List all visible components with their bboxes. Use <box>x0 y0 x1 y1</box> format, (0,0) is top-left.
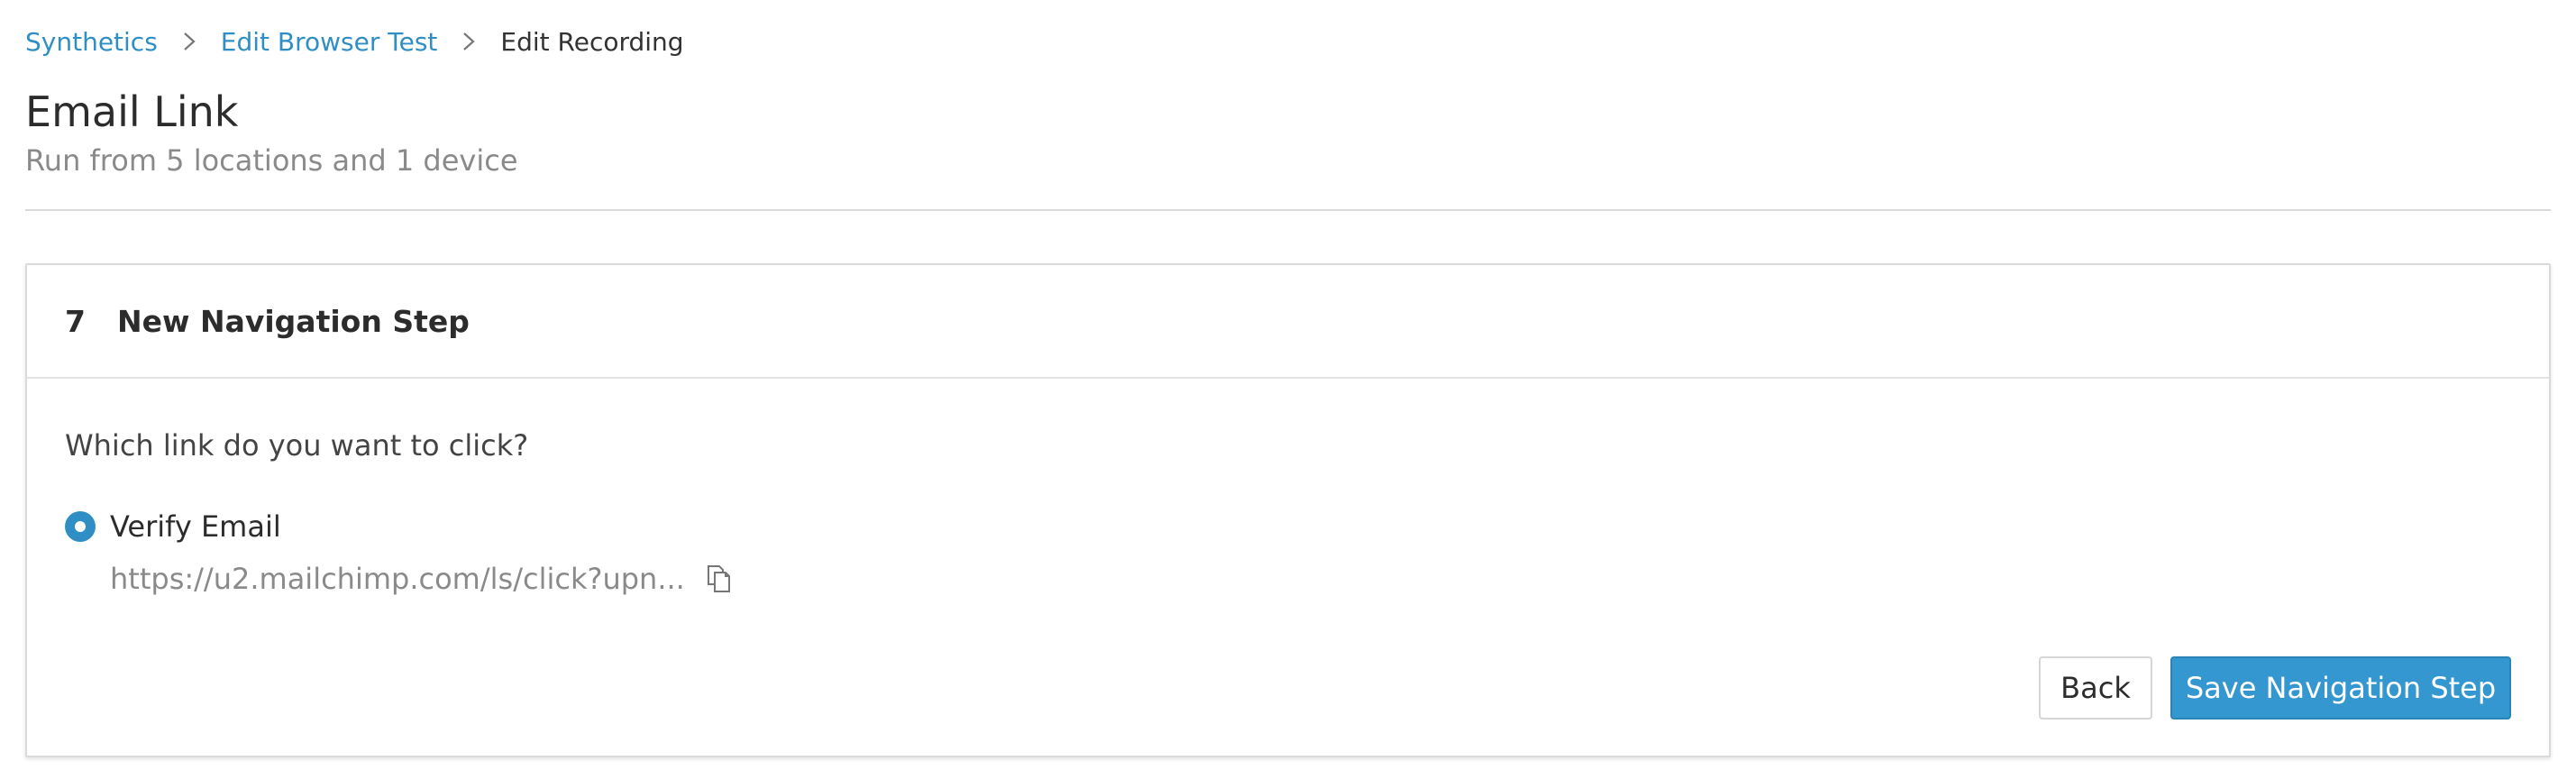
navigation-step-card: 7 New Navigation Step Which link do you … <box>25 263 2551 757</box>
radio-dot <box>75 521 86 532</box>
step-title: New Navigation Step <box>117 303 470 339</box>
page-subtitle: Run from 5 locations and 1 device <box>25 143 518 178</box>
link-option-label: Verify Email <box>110 509 281 544</box>
breadcrumb: Synthetics Edit Browser Test Edit Record… <box>25 23 2551 60</box>
save-navigation-step-button[interactable]: Save Navigation Step <box>2170 656 2511 719</box>
page-title: Email Link <box>25 87 239 136</box>
link-url-row: https://u2.mailchimp.com/ls/click?upn... <box>110 561 2511 597</box>
step-actions: Back Save Navigation Step <box>2039 656 2511 719</box>
link-url: https://u2.mailchimp.com/ls/click?upn... <box>110 562 685 596</box>
breadcrumb-current: Edit Recording <box>500 26 684 57</box>
step-header: 7 New Navigation Step <box>27 265 2549 379</box>
radio-selected-icon[interactable] <box>65 511 96 542</box>
back-button[interactable]: Back <box>2039 656 2152 719</box>
link-question: Which link do you want to click? <box>65 428 529 463</box>
page: Synthetics Edit Browser Test Edit Record… <box>0 23 2576 779</box>
step-number: 7 <box>65 303 86 339</box>
header-divider <box>25 209 2551 211</box>
step-body: Which link do you want to click? Verify … <box>27 379 2549 757</box>
copy-icon[interactable] <box>703 563 735 595</box>
link-option-verify-email[interactable]: Verify Email <box>65 509 2511 545</box>
chevron-right-icon <box>178 23 201 60</box>
breadcrumb-link-edit-browser-test[interactable]: Edit Browser Test <box>221 27 438 57</box>
chevron-right-icon <box>457 23 480 60</box>
breadcrumb-link-synthetics[interactable]: Synthetics <box>25 27 158 57</box>
